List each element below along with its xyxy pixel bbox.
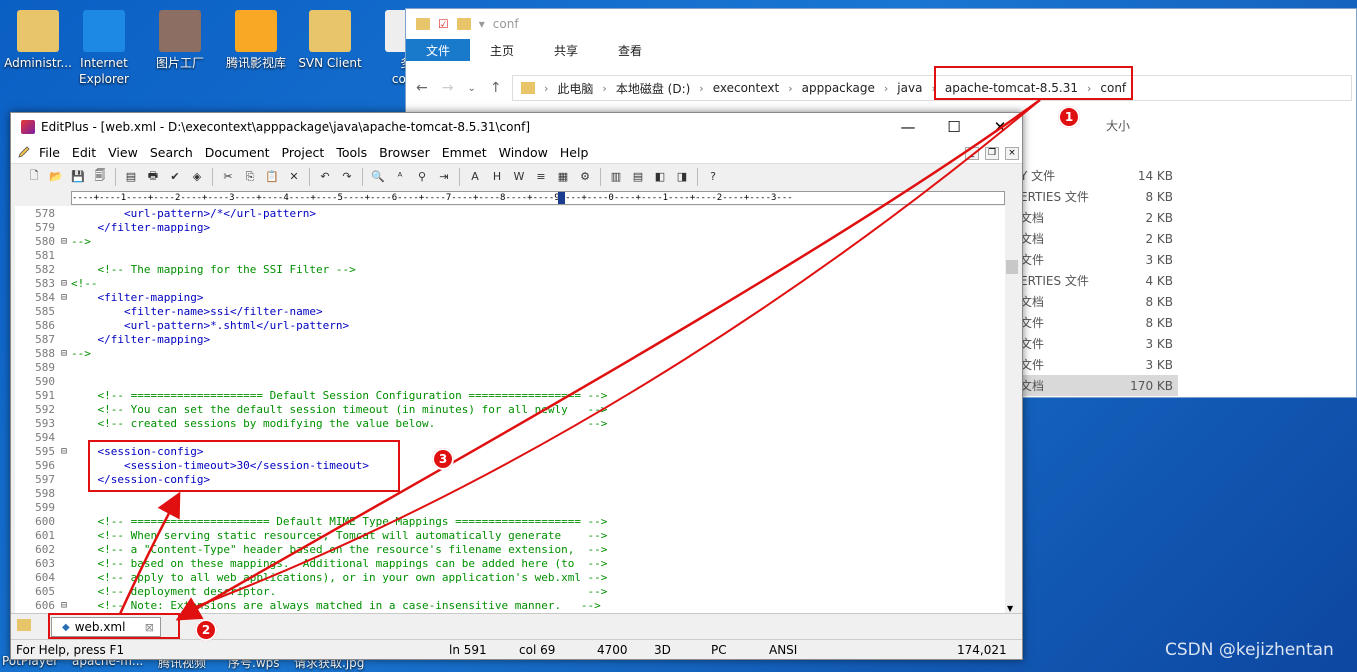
highlight-session-config: [88, 440, 400, 492]
watermark: CSDN @kejizhentan: [1165, 640, 1334, 660]
annotation-badge-1: 1: [1058, 106, 1080, 128]
annotation-badge-2: 2: [195, 619, 217, 641]
highlight-breadcrumb: [934, 66, 1133, 100]
annotation-arrows: [118, 98, 1041, 621]
annotation-badge-3: 3: [432, 448, 454, 470]
highlight-tab: [48, 613, 180, 639]
